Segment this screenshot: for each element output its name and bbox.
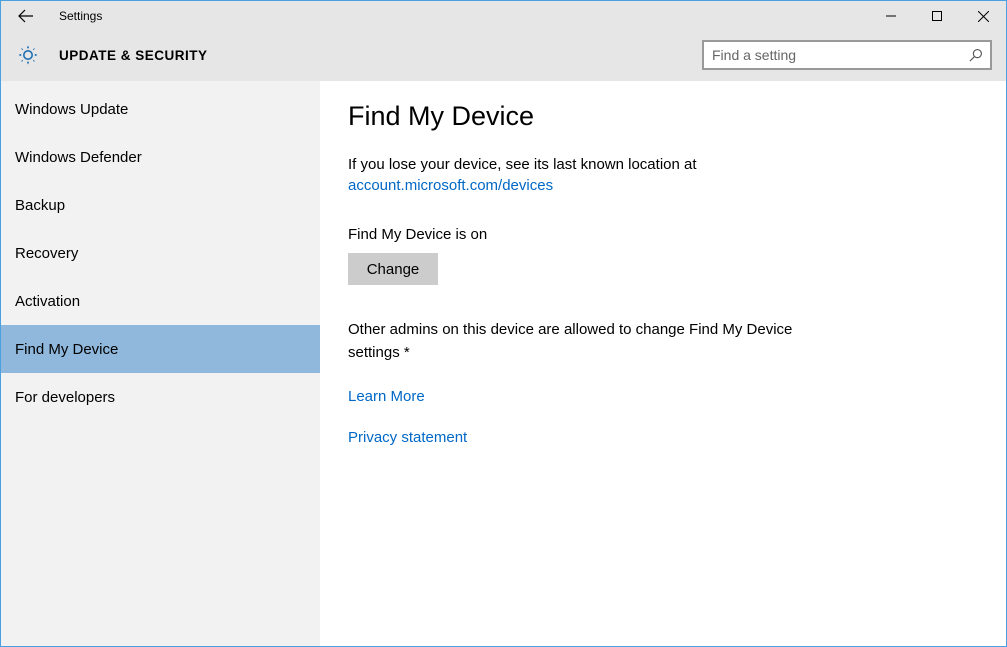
maximize-icon [932,11,942,21]
sidebar-item-label: Activation [15,293,80,310]
back-arrow-icon [18,8,34,24]
sidebar-item-label: Recovery [15,245,78,262]
sidebar-item-label: Windows Update [15,101,128,118]
titlebar-left: Settings [1,1,102,31]
search-icon[interactable] [960,42,990,68]
category-title: UPDATE & SECURITY [59,48,208,63]
sidebar-item-for-developers[interactable]: For developers [1,373,320,421]
minimize-button[interactable] [868,1,914,31]
body: Windows Update Windows Defender Backup R… [1,81,1006,646]
back-button[interactable] [9,1,43,31]
sidebar: Windows Update Windows Defender Backup R… [1,81,320,646]
settings-window: Settings [0,0,1007,647]
change-button[interactable]: Change [348,253,438,285]
admin-note: Other admins on this device are allowed … [348,319,808,364]
page-title: Find My Device [348,101,978,132]
main-pane: Find My Device If you lose your device, … [320,81,1006,646]
intro-paragraph: If you lose your device, see its last kn… [348,154,978,196]
sidebar-item-label: Find My Device [15,341,118,358]
sidebar-item-label: Backup [15,197,65,214]
sidebar-item-label: For developers [15,389,115,406]
privacy-statement-link[interactable]: Privacy statement [348,429,978,446]
sidebar-item-find-my-device[interactable]: Find My Device [1,325,320,373]
sidebar-item-recovery[interactable]: Recovery [1,229,320,277]
sidebar-item-windows-defender[interactable]: Windows Defender [1,133,320,181]
close-button[interactable] [960,1,1006,31]
close-icon [978,11,989,22]
status-text: Find My Device is on [348,226,978,243]
maximize-button[interactable] [914,1,960,31]
search-box[interactable] [702,40,992,70]
titlebar: Settings [1,1,1006,31]
header-band: UPDATE & SECURITY [1,31,1006,81]
sidebar-item-label: Windows Defender [15,149,142,166]
caption-buttons [868,1,1006,31]
minimize-icon [886,11,896,21]
window-title: Settings [59,9,102,23]
learn-more-link[interactable]: Learn More [348,388,978,405]
search-input[interactable] [704,47,960,63]
gear-icon [15,42,41,68]
intro-text: If you lose your device, see its last kn… [348,156,697,173]
sidebar-item-windows-update[interactable]: Windows Update [1,85,320,133]
sidebar-item-backup[interactable]: Backup [1,181,320,229]
account-devices-link[interactable]: account.microsoft.com/devices [348,177,553,194]
sidebar-item-activation[interactable]: Activation [1,277,320,325]
